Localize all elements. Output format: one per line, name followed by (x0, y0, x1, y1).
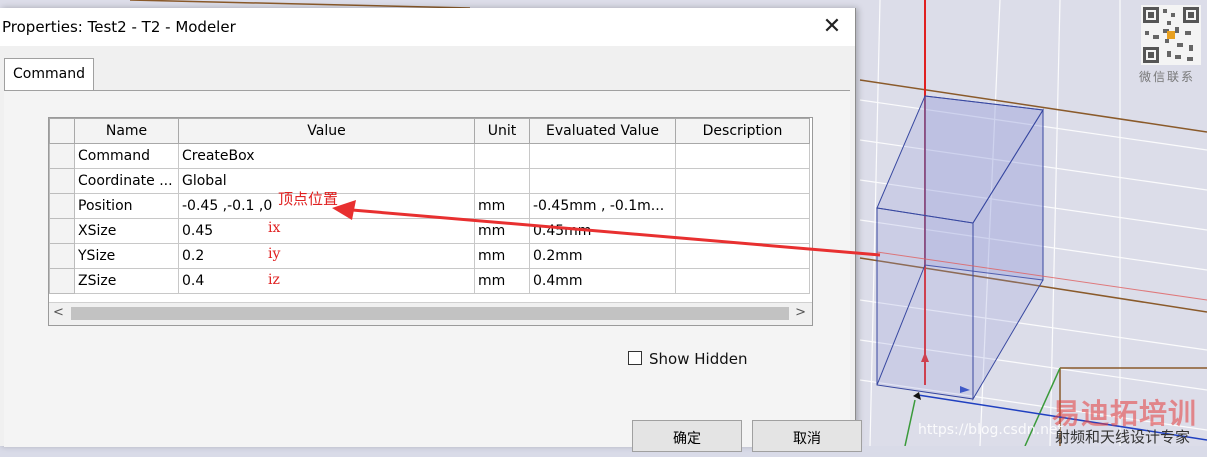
qr-code-icon (1141, 5, 1201, 65)
scroll-left-icon[interactable]: < (53, 305, 64, 320)
row-header[interactable] (49, 193, 75, 219)
row-header[interactable] (49, 243, 75, 269)
show-hidden-option[interactable]: Show Hidden (628, 350, 747, 368)
column-header-unit[interactable]: Unit (474, 118, 530, 144)
cell-name: Command (74, 143, 179, 169)
close-button[interactable]: ✕ (809, 8, 855, 46)
column-header-description[interactable]: Description (675, 118, 810, 144)
table-row[interactable]: ZSize 0.4 mm 0.4mm (49, 268, 810, 294)
show-hidden-checkbox[interactable] (628, 351, 642, 365)
cell-value[interactable]: CreateBox (178, 143, 475, 169)
tab-command[interactable]: Command (4, 58, 94, 91)
cell-name: ZSize (74, 268, 179, 294)
ok-button[interactable]: 确定 (632, 420, 742, 452)
cell-value[interactable]: 0.45 (178, 218, 475, 244)
cell-value[interactable]: 0.2 (178, 243, 475, 269)
table-row[interactable]: XSize 0.45 mm 0.45mm (49, 218, 810, 244)
annotation-iy: iy (268, 246, 281, 262)
qr-caption: 微信联系 (1139, 70, 1196, 84)
dialog-title: Properties: Test2 - T2 - Modeler (2, 18, 236, 36)
show-hidden-label: Show Hidden (649, 350, 748, 368)
scrollbar-thumb[interactable] (71, 307, 789, 320)
dialog-titlebar[interactable]: Properties: Test2 - T2 - Modeler ✕ (0, 8, 855, 46)
table-row[interactable]: Coordinate ... Global (49, 168, 810, 194)
cell-description[interactable] (675, 143, 810, 169)
cell-unit: mm (474, 243, 530, 269)
watermark-url: https://blog.csdn.net (918, 422, 1064, 438)
cancel-button[interactable]: 取消 (752, 420, 862, 452)
column-header-name[interactable]: Name (74, 118, 179, 144)
property-table: Name Value Unit Evaluated Value Descript… (49, 118, 810, 294)
cell-unit: mm (474, 268, 530, 294)
cell-description[interactable] (675, 168, 810, 194)
cell-evaluated: 0.2mm (529, 243, 676, 269)
cell-evaluated (529, 143, 676, 169)
cell-unit (474, 143, 530, 169)
row-header[interactable] (49, 268, 75, 294)
cell-description[interactable] (675, 268, 810, 294)
cell-unit: mm (474, 218, 530, 244)
annotation-vertex: 顶点位置 (278, 190, 339, 208)
cell-unit: mm (474, 193, 530, 219)
column-header-value[interactable]: Value (178, 118, 475, 144)
column-header-evaluated[interactable]: Evaluated Value (529, 118, 676, 144)
cell-description[interactable] (675, 193, 810, 219)
scroll-right-icon[interactable]: > (795, 305, 806, 320)
corner-cell[interactable] (49, 118, 75, 144)
cell-name: Position (74, 193, 179, 219)
cell-evaluated: 0.45mm (529, 218, 676, 244)
annotation-ix: ix (268, 220, 281, 236)
row-header[interactable] (49, 218, 75, 244)
table-row[interactable]: YSize 0.2 mm 0.2mm (49, 243, 810, 269)
cell-description[interactable] (675, 243, 810, 269)
watermark-subtitle: 射频和天线设计专家 (1055, 428, 1191, 446)
cell-unit (474, 168, 530, 194)
cell-evaluated: 0.4mm (529, 268, 676, 294)
cell-name: Coordinate ... (74, 168, 179, 194)
table-row[interactable]: Position -0.45 ,-0.1 ,0 mm -0.45mm , -0.… (49, 193, 810, 219)
horizontal-scrollbar[interactable]: < > (49, 302, 812, 325)
annotation-iz: iz (268, 272, 280, 288)
cell-name: XSize (74, 218, 179, 244)
cell-evaluated (529, 168, 676, 194)
row-header[interactable] (49, 143, 75, 169)
table-row[interactable]: Command CreateBox (49, 143, 810, 169)
row-header[interactable] (49, 168, 75, 194)
cell-evaluated: -0.45mm , -0.1m... (529, 193, 676, 219)
table-header-row: Name Value Unit Evaluated Value Descript… (49, 118, 810, 144)
cell-name: YSize (74, 243, 179, 269)
property-grid: Name Value Unit Evaluated Value Descript… (48, 117, 813, 326)
close-icon: ✕ (822, 14, 842, 39)
cell-description[interactable] (675, 218, 810, 244)
cell-value[interactable]: 0.4 (178, 268, 475, 294)
